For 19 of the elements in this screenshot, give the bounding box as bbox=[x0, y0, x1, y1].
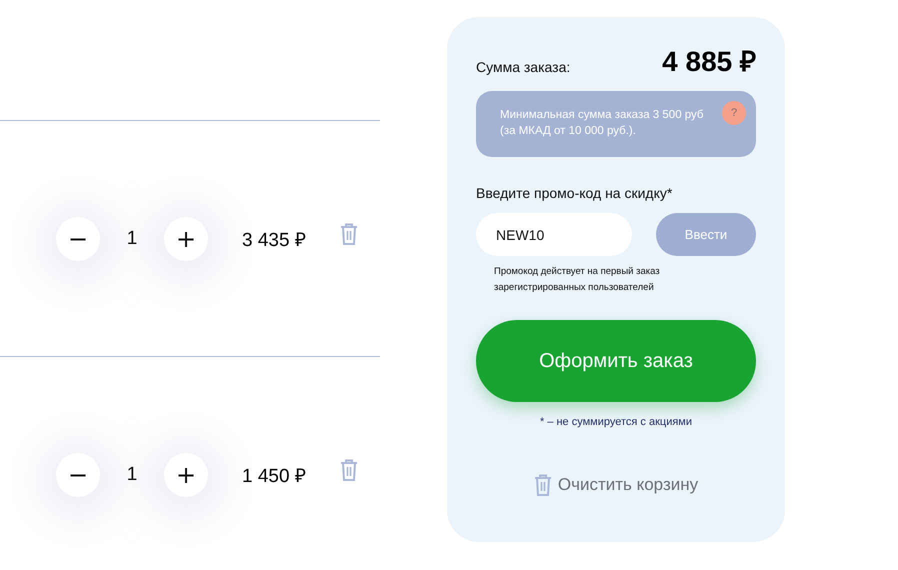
quantity: 1 bbox=[126, 228, 138, 250]
order-total: 4 885 ₽ bbox=[662, 45, 756, 79]
promo-note: Промокод действует на первый заказ зарегистрированных пользователей bbox=[494, 265, 661, 295]
footnote: * – не суммируется с акциями bbox=[538, 416, 694, 428]
decrease-button[interactable]: − bbox=[56, 216, 100, 260]
trash-icon[interactable] bbox=[340, 222, 358, 244]
quantity: 1 bbox=[126, 464, 138, 486]
decrease-button[interactable]: − bbox=[56, 452, 100, 496]
trash-icon bbox=[534, 474, 552, 496]
trash-icon[interactable] bbox=[340, 458, 358, 480]
promo-label: Введите промо-код на скидку* bbox=[476, 185, 674, 201]
total-label: Сумма заказа: bbox=[476, 59, 570, 75]
increase-button[interactable]: + bbox=[164, 216, 208, 260]
promo-code-field[interactable]: NEW10 bbox=[476, 213, 632, 256]
item-price: 3 435 ₽ bbox=[242, 228, 307, 252]
increase-button[interactable]: + bbox=[164, 452, 208, 496]
clear-cart-button[interactable]: Очистить корзину bbox=[534, 474, 698, 496]
item-price: 1 450 ₽ bbox=[242, 464, 307, 488]
minimum-order-notice: Минимальная сумма заказа 3 500 руб (за МКАД от 10 000 руб.). ? bbox=[476, 91, 756, 157]
